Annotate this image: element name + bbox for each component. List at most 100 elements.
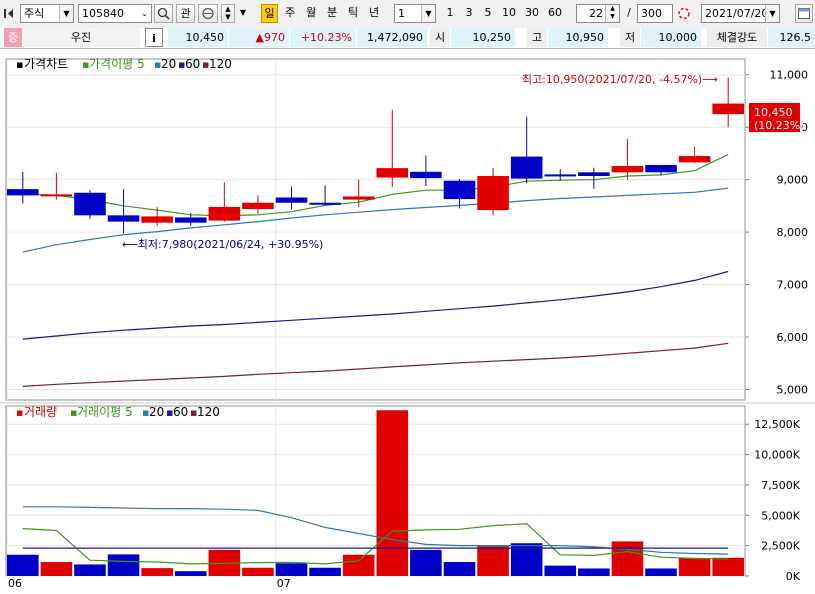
info-button[interactable]: i bbox=[145, 28, 163, 47]
volume-bar bbox=[544, 565, 577, 576]
min-price-annotation: ⟵최저:7,980(2021/06/24, +30.95%) bbox=[122, 238, 323, 251]
chevron-down-icon[interactable]: ▼ bbox=[59, 5, 73, 22]
stock-chart[interactable]: 11,00010,0009,0008,0007,0006,0005,00012,… bbox=[0, 50, 815, 591]
price-tick-label: 6,000 bbox=[777, 331, 809, 344]
candle-down bbox=[107, 215, 140, 222]
period-year-button[interactable]: 년 bbox=[365, 4, 383, 23]
period-day-button[interactable]: 일 bbox=[261, 4, 278, 23]
toolbar: 주식 ▼ 105840 ⌄ 관 ▲ ▼ ▼ 일 주 월 분 틱 년 1 ▼ 1 3… bbox=[0, 0, 815, 29]
x-axis-label-july: 07 bbox=[277, 577, 291, 590]
volume-bar bbox=[275, 563, 308, 576]
candle-up bbox=[678, 156, 711, 163]
volume-bar bbox=[712, 557, 744, 576]
interval-1-button[interactable]: 1 bbox=[442, 4, 458, 23]
low-price: 10,000 bbox=[641, 28, 701, 47]
period-tick-button[interactable]: 틱 bbox=[344, 4, 362, 23]
volume-bar bbox=[107, 554, 140, 576]
volume-bar bbox=[74, 564, 106, 576]
volume-tick-label: 10,000K bbox=[754, 449, 800, 462]
legend-marker: ▪ bbox=[16, 58, 23, 71]
price-legend-item: 120 bbox=[209, 57, 232, 71]
period-week-button[interactable]: 주 bbox=[281, 4, 299, 23]
date-picker[interactable]: 2021/07/20 ▼ bbox=[701, 4, 780, 23]
max-price-annotation: 최고:10,950(2021/07/20, -4.57%)⟶ bbox=[522, 73, 718, 86]
window-icon bbox=[798, 8, 810, 19]
period-minute-button[interactable]: 분 bbox=[323, 4, 341, 23]
volume-bar bbox=[410, 549, 442, 576]
refresh-icon[interactable] bbox=[676, 4, 692, 23]
price-legend-item: 가격이평 5 bbox=[89, 57, 145, 71]
trade-volume: 1,472,090 bbox=[357, 28, 427, 47]
chart-area[interactable]: 11,00010,0009,0008,0007,0006,0005,00012,… bbox=[0, 50, 815, 591]
price-tick-label: 5,000 bbox=[777, 384, 809, 397]
interval-3-button[interactable]: 3 bbox=[461, 4, 477, 23]
code-input-value: 105840 bbox=[82, 7, 124, 20]
market-select[interactable]: 주식 ▼ bbox=[20, 4, 74, 23]
volume-tick-label: 2,500K bbox=[761, 540, 800, 553]
candle-down bbox=[7, 189, 39, 196]
candle-down bbox=[510, 156, 543, 179]
link-button[interactable] bbox=[198, 4, 218, 23]
interval-select[interactable]: 1 ▼ bbox=[394, 4, 436, 23]
volume-bar bbox=[40, 562, 73, 576]
high-price: 10,950 bbox=[548, 28, 608, 47]
candle-up bbox=[712, 103, 744, 115]
price-tick-label: 8,000 bbox=[777, 226, 809, 239]
panel-toggle-icon[interactable] bbox=[2, 4, 16, 23]
search-button[interactable] bbox=[154, 4, 173, 23]
volume-bar bbox=[645, 568, 677, 576]
candle-down bbox=[174, 217, 207, 223]
interval-60-button[interactable]: 60 bbox=[545, 4, 565, 23]
total-count-value: 300 bbox=[641, 7, 662, 20]
legend-marker: ▪ bbox=[16, 406, 23, 419]
stepper-arrows-icon[interactable]: ▲ ▼ bbox=[605, 5, 619, 22]
interval-30-button[interactable]: 30 bbox=[522, 4, 542, 23]
chevron-down-icon[interactable]: ⌄ bbox=[138, 5, 151, 22]
up-down-stepper[interactable]: ▲ ▼ bbox=[221, 4, 235, 23]
interest-button[interactable]: 관 bbox=[176, 4, 195, 23]
code-input[interactable]: 105840 ⌄ bbox=[78, 4, 152, 23]
total-count-input[interactable]: 300 bbox=[637, 4, 673, 23]
price-panel-frame bbox=[5, 58, 746, 401]
volume-bar bbox=[443, 562, 476, 576]
candle-down bbox=[544, 174, 577, 177]
count-stepper-value: 22 bbox=[589, 7, 603, 20]
volume-panel-title: 거래량 bbox=[24, 405, 57, 419]
open-label: 시 bbox=[430, 28, 450, 47]
volume-legend-item: 120 bbox=[197, 405, 220, 419]
candle-down bbox=[309, 202, 341, 205]
chevron-down-icon[interactable]: ▼ bbox=[765, 5, 779, 22]
volume-bar bbox=[578, 568, 610, 576]
interval-5-button[interactable]: 5 bbox=[480, 4, 496, 23]
candle-up bbox=[242, 202, 274, 210]
interval-10-button[interactable]: 10 bbox=[499, 4, 519, 23]
price-tick-label: 7,000 bbox=[777, 279, 809, 292]
window-layout-button[interactable] bbox=[795, 4, 813, 23]
count-stepper[interactable]: 22 ▲ ▼ bbox=[576, 4, 620, 23]
more-dropdown-icon[interactable]: ▼ bbox=[237, 4, 249, 23]
volume-tick-label: 12,500K bbox=[754, 418, 800, 431]
strength-value: 126.5 bbox=[768, 28, 815, 47]
candle-down bbox=[578, 172, 610, 176]
volume-tick-label: 7,500K bbox=[761, 479, 800, 492]
volume-tick-label: 5,000K bbox=[761, 509, 800, 522]
market-select-value: 주식 bbox=[24, 7, 45, 20]
volume-legend-item: 60 bbox=[173, 405, 188, 419]
chevron-down-icon[interactable]: ▼ bbox=[421, 5, 435, 22]
volume-legend-item: 거래이평 5 bbox=[77, 405, 133, 419]
price-change-pct: +10.23% bbox=[290, 28, 356, 47]
quote-bar: 증 우진 i 10,450 ▲970 +10.23% 1,472,090 시 1… bbox=[0, 28, 815, 49]
high-label: 고 bbox=[527, 28, 547, 47]
period-month-button[interactable]: 월 bbox=[302, 4, 320, 23]
volume-bar bbox=[477, 546, 509, 576]
open-price: 10,250 bbox=[451, 28, 515, 47]
last-price-pct-label: (10.23%) bbox=[754, 119, 805, 132]
price-legend-item: 60 bbox=[185, 57, 200, 71]
current-price: 10,450 bbox=[168, 28, 228, 47]
volume-bar bbox=[174, 571, 207, 576]
candle-up bbox=[40, 194, 73, 197]
price-legend-item: 20 bbox=[161, 57, 176, 71]
price-panel-title: 가격차트 bbox=[24, 57, 68, 71]
candle-up bbox=[477, 175, 509, 211]
price-tick-label: 11,000 bbox=[770, 69, 809, 82]
